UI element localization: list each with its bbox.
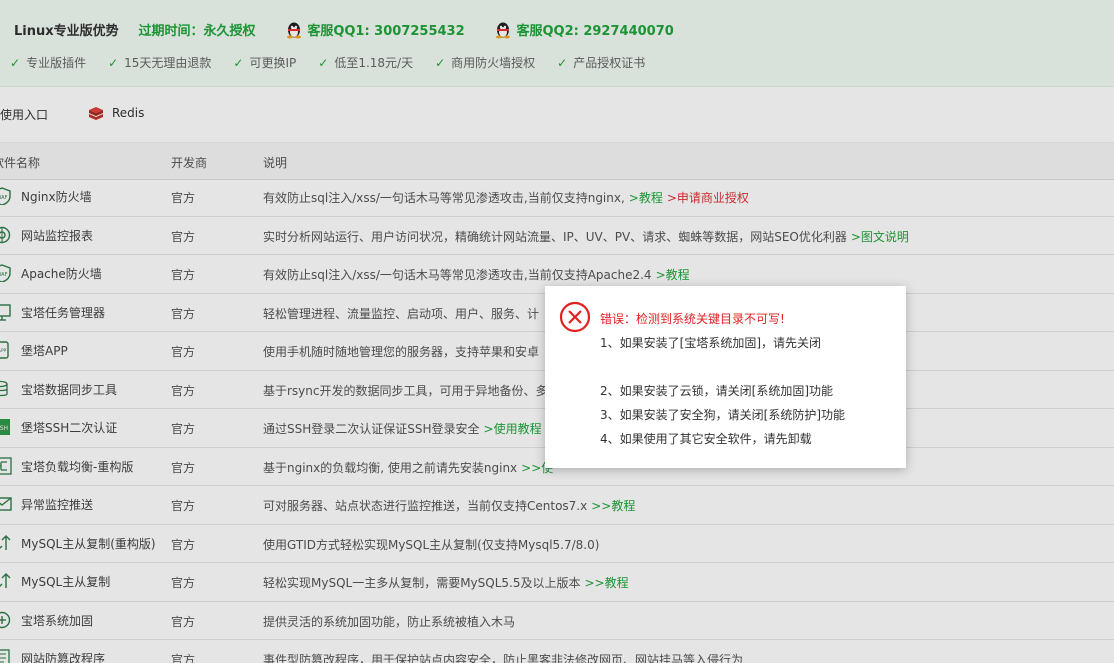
error-line: 1、如果安装了[宝塔系统加固]，请先关闭: [600, 336, 821, 350]
error-title: 错误：检测到系统关键目录不可写!: [600, 312, 785, 326]
error-line: 3、如果安装了安全狗，请关闭[系统防护]功能: [600, 408, 845, 422]
error-dialog: 错误：检测到系统关键目录不可写! 1、如果安装了[宝塔系统加固]，请先关闭 2、…: [545, 286, 906, 468]
plugin-page: Linux专业版优势 过期时间：永久授权 客服QQ1: 3007255432 客…: [0, 0, 1114, 663]
error-line: 2、如果安装了云锁，请关闭[系统加固]功能: [600, 384, 833, 398]
error-circle-icon: [559, 301, 591, 333]
error-line: 4、如果使用了其它安全软件，请先卸载: [600, 432, 812, 446]
